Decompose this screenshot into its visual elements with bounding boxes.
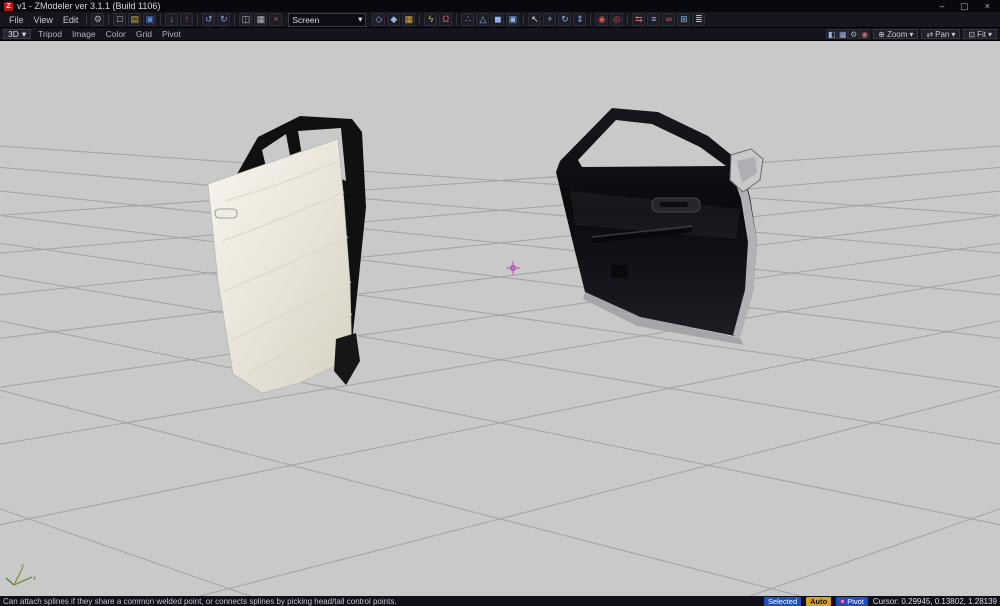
auto-mode-badge[interactable]: Auto [806, 596, 832, 606]
grid-toggle-icon[interactable]: ▦ [837, 29, 849, 39]
render-target-icon[interactable]: ◉ [859, 29, 871, 39]
close-button[interactable]: × [985, 0, 990, 12]
uv-mapper-icon[interactable]: ⊞ [677, 13, 691, 26]
toolbar-separator [627, 14, 629, 25]
view-mode-icon[interactable]: ◧ [826, 29, 838, 39]
options-icon[interactable]: ⚙ [91, 13, 105, 26]
fit-button[interactable]: ⊡ Fit ▾ [963, 29, 997, 39]
title-bar: Z v1 - ZModeler ver 3.1.1 (Build 1106) –… [0, 0, 1000, 12]
layers-icon[interactable]: ≣ [692, 13, 706, 26]
cursor-coordinates: Cursor: 0.29945, 0.13802, 1.28139 [872, 596, 997, 606]
viewport-settings-icon[interactable]: ⚙ [848, 29, 860, 39]
objects-level-icon[interactable]: ▣ [506, 13, 520, 26]
toolbar-separator [108, 14, 110, 25]
screen-mode-value: Screen [292, 14, 320, 25]
chevron-down-icon: ▾ [21, 28, 27, 39]
pan-icon: ⇄ [926, 29, 934, 39]
pivot-icon [840, 598, 846, 604]
maximize-button[interactable]: ▢ [960, 0, 969, 12]
ground-grid [0, 145, 1000, 596]
new-file-icon[interactable]: □ [113, 13, 127, 26]
app-logo-icon: Z [4, 1, 13, 11]
undo-icon[interactable]: ↺ [202, 13, 216, 26]
toolbar-separator [590, 14, 592, 25]
front-door-model[interactable] [556, 108, 764, 345]
redo-icon[interactable]: ↻ [217, 13, 231, 26]
scene-canvas: x y [0, 108, 1000, 596]
rear-door-model[interactable] [207, 116, 366, 394]
window-title: v1 - ZModeler ver 3.1.1 (Build 1106) [17, 1, 161, 11]
view-type-button[interactable]: 3D ▾ [3, 28, 32, 39]
chevron-down-icon: ▾ [987, 29, 992, 39]
minimize-button[interactable]: – [939, 0, 944, 12]
mirror-tool-icon[interactable]: ⇆ [632, 13, 646, 26]
scale-tool-icon[interactable]: ⇕ [573, 13, 587, 26]
textured-mode-icon[interactable]: ▦ [402, 13, 416, 26]
axis-x-label: x [33, 576, 36, 582]
paste-icon[interactable]: ▦ [254, 13, 268, 26]
main-toolbar: File View Edit ⚙ □ ▤ ▣ ↓ ↑ ↺ ↻ ◫ ▦ × Screen ▾ ◇ ◆ ▦ ϟ… [0, 12, 1000, 28]
toolbar-separator [419, 14, 421, 25]
viewport-menu-grid[interactable]: Grid [133, 29, 155, 39]
pivot-marker[interactable] [506, 261, 520, 275]
toolbar-separator [160, 14, 162, 25]
front-door-handle-slot [660, 202, 688, 207]
export-icon[interactable]: ↑ [180, 13, 194, 26]
detach-tool-icon[interactable]: ◎ [610, 13, 624, 26]
import-icon[interactable]: ↓ [165, 13, 179, 26]
viewport-menu-image[interactable]: Image [69, 29, 99, 39]
screen-mode-dropdown[interactable]: Screen ▾ [288, 12, 367, 27]
vertices-level-icon[interactable]: ∴ [461, 13, 475, 26]
viewport-menu-pivot[interactable]: Pivot [159, 29, 184, 39]
save-icon[interactable]: ▣ [143, 13, 157, 26]
attach-tool-icon[interactable]: ∞ [662, 13, 676, 26]
shaded-mode-icon[interactable]: ◆ [387, 13, 401, 26]
pivot-mode-badge[interactable]: Pivot [836, 596, 868, 606]
pan-button[interactable]: ⇄ Pan ▾ [921, 29, 961, 39]
menu-file[interactable]: File [4, 15, 29, 25]
toolbar-separator [523, 14, 525, 25]
rear-door-hinge-parts [334, 333, 360, 385]
wireframe-mode-icon[interactable]: ◇ [372, 13, 386, 26]
toolbar-separator [197, 14, 199, 25]
select-tool-icon[interactable]: ↖ [528, 13, 542, 26]
chevron-down-icon: ▾ [909, 29, 914, 39]
viewport-3d[interactable]: x y [0, 41, 1000, 596]
axis-tripod: x y [5, 564, 36, 586]
viewport-icons: ◧ ▦ ⚙ ◉ [826, 29, 871, 39]
rotate-tool-icon[interactable]: ↻ [558, 13, 572, 26]
toolbar-separator [234, 14, 236, 25]
array-tool-icon[interactable]: ≡ [647, 13, 661, 26]
copy-icon[interactable]: ◫ [239, 13, 253, 26]
viewport-menu-color[interactable]: Color [103, 29, 129, 39]
edges-level-icon[interactable]: △ [476, 13, 490, 26]
delete-icon[interactable]: × [269, 13, 283, 26]
polygons-level-icon[interactable]: ◼ [491, 13, 505, 26]
menu-edit[interactable]: Edit [58, 15, 84, 25]
chevron-down-icon: ▾ [951, 29, 956, 39]
open-folder-icon[interactable]: ▤ [128, 13, 142, 26]
viewport-menu-tripod[interactable]: Tripod [35, 29, 65, 39]
rear-door-handle [214, 208, 238, 219]
viewport-caption-bar: 3D ▾ Tripod Image Color Grid Pivot ◧ ▦ ⚙ ◉ … [0, 28, 1000, 41]
toolbar-separator [456, 14, 458, 25]
zoom-button[interactable]: ⊕ Zoom ▾ [873, 29, 919, 39]
move-tool-icon[interactable]: + [543, 13, 557, 26]
toolbar-icons-before: ⚙ □ ▤ ▣ ↓ ↑ ↺ ↻ ◫ ▦ × [90, 13, 283, 26]
view-type-label: 3D [8, 29, 19, 39]
weld-tool-icon[interactable]: ◉ [595, 13, 609, 26]
axis-y-label: y [21, 564, 24, 570]
toolbar-icons-after: ◇ ◆ ▦ ϟ Ω ∴ △ ◼ ▣ ↖ + ↻ ⇕ ◉ ◎ ⇆ ≡ ∞ ⊞ ≣ [371, 13, 706, 26]
zoom-icon: ⊕ [878, 29, 885, 39]
status-bar: Can attach splines if they share a commo… [0, 596, 1000, 606]
menu-view[interactable]: View [29, 15, 58, 25]
selected-mode-badge[interactable]: Selected [763, 596, 802, 606]
front-door-pocket [611, 265, 628, 278]
magnet-snap-icon[interactable]: Ω [439, 13, 453, 26]
chevron-down-icon: ▾ [358, 14, 363, 24]
toolbar-separator [86, 14, 88, 25]
fit-icon: ⊡ [968, 29, 976, 39]
status-hint: Can attach splines if they share a commo… [3, 596, 397, 606]
light-toggle-icon[interactable]: ϟ [424, 13, 438, 26]
